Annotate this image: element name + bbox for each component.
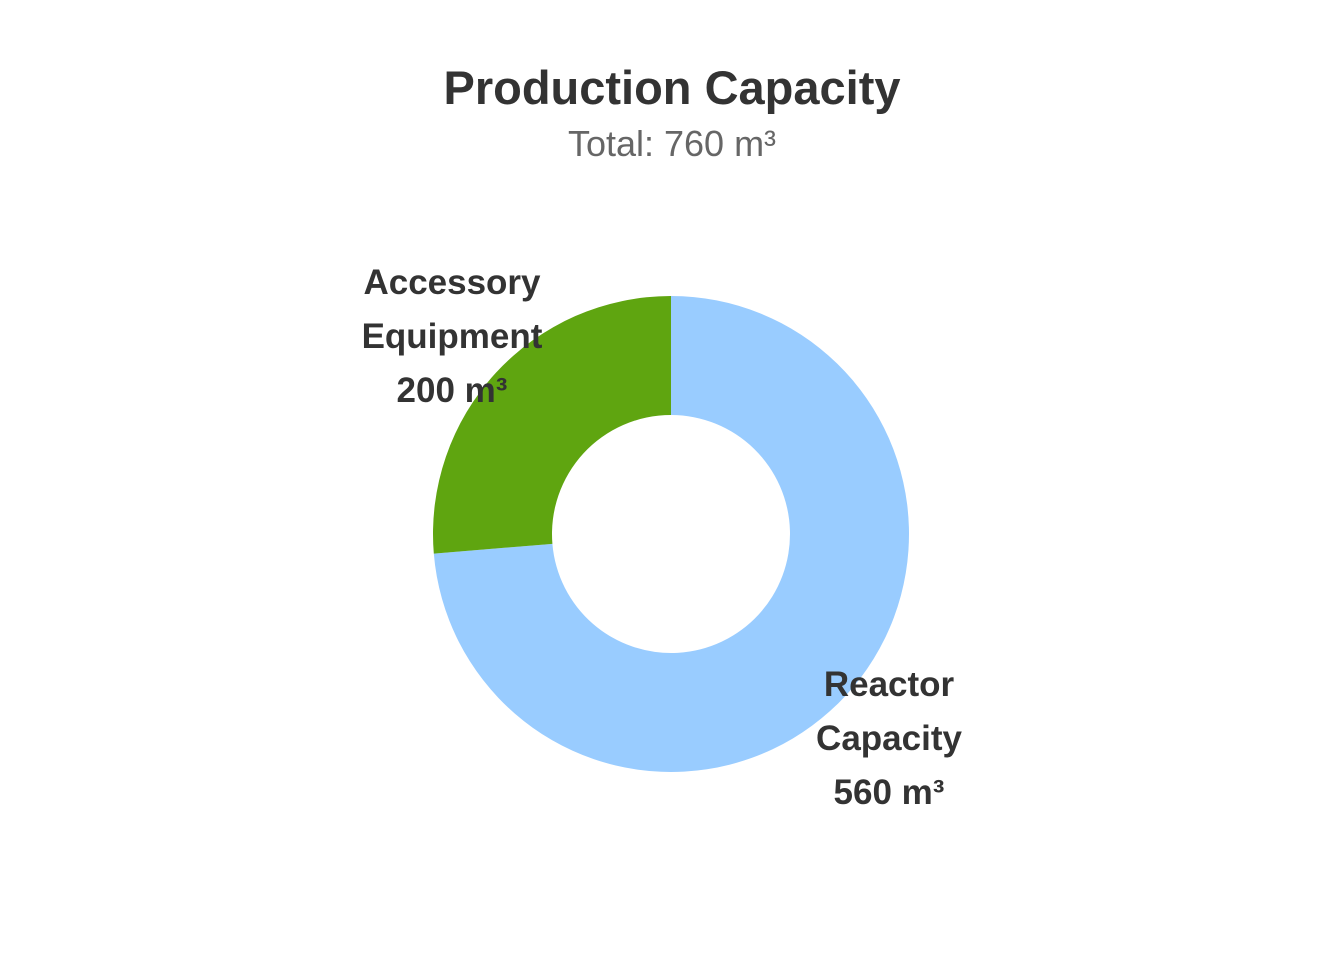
slice-label-reactor-capacity: Reactor Capacity 560 m³ [816,665,962,812]
donut-chart: Reactor Capacity 560 m³ Accessory Equipment 2… [362,263,963,812]
slice-label-line: 200 m³ [397,371,508,410]
slice-label-line: Equipment [362,317,543,356]
slice-label-line: 560 m³ [834,773,945,812]
slice-label-line: Reactor [824,665,955,704]
slice-label-line: Capacity [816,719,962,758]
slice-label-line: Accessory [363,263,541,302]
